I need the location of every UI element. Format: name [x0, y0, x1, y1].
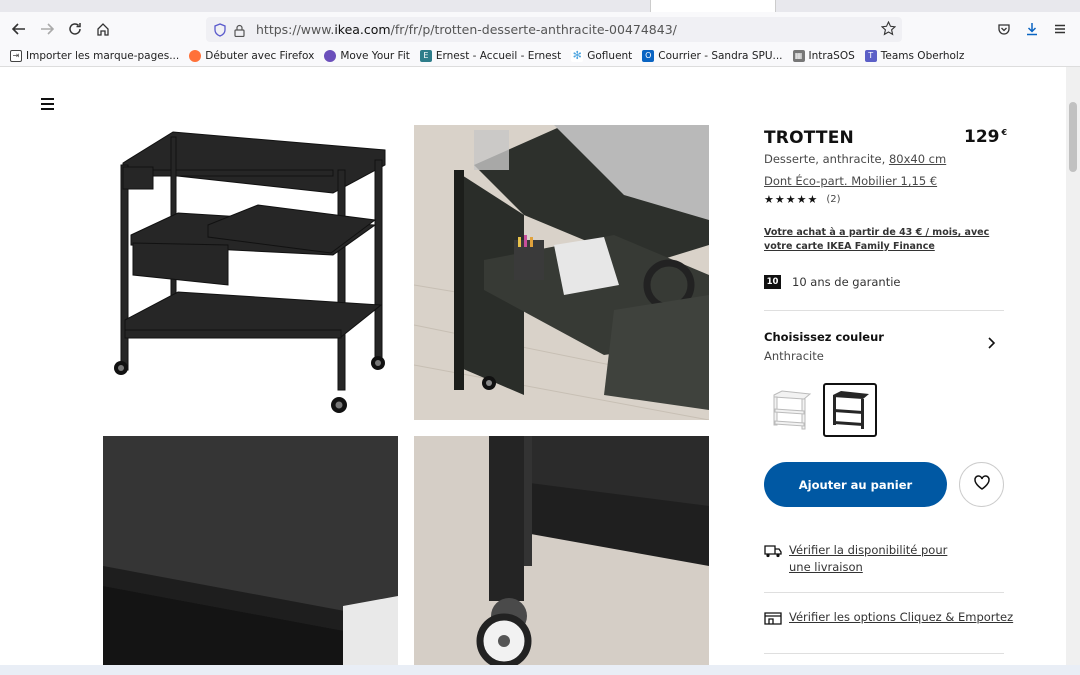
bookmark-item[interactable]: ⇥ Importer les marque-pages... — [10, 49, 180, 62]
bookmark-item[interactable]: O Courrier - Sandra SPU... — [642, 49, 783, 62]
scrollbar-thumb[interactable] — [1069, 102, 1077, 172]
bookmark-label: Gofluent — [587, 49, 633, 62]
browser-toolbar: https://www.ikea.com/fr/fr/p/trotten-des… — [0, 12, 1080, 45]
divider — [764, 592, 1004, 593]
eco-participation-link[interactable]: Dont Éco-part. Mobilier 1,15 € — [764, 174, 937, 188]
bookmark-item[interactable]: E Ernest - Accueil - Ernest — [419, 49, 562, 62]
active-tab[interactable] — [650, 0, 776, 12]
delivery-option-label: Vérifier la disponibilité pour une livra… — [789, 543, 948, 574]
product-image-lifestyle[interactable] — [414, 125, 709, 420]
back-arrow-icon[interactable] — [8, 18, 30, 40]
page-content: TROTTEN 129 € Desserte, anthracite, 80x40… — [0, 67, 1066, 675]
bookmark-label: Débuter avec Firefox — [205, 49, 315, 62]
gofluent-icon: ✻ — [571, 49, 584, 62]
shield-icon[interactable] — [214, 22, 226, 41]
menu-icon[interactable] — [1049, 18, 1071, 40]
delivery-option[interactable]: Vérifier la disponibilité pour une livra… — [764, 542, 969, 576]
product-image-main[interactable] — [103, 125, 398, 420]
bookmark-item[interactable]: T Teams Oberholz — [864, 49, 965, 62]
star-bookmark-icon[interactable] — [880, 20, 897, 40]
product-image-caster[interactable] — [414, 436, 709, 675]
rating[interactable]: ★★★★★ (2) — [764, 193, 840, 206]
click-collect-label: Vérifier les options Cliquez & Emportez — [789, 610, 1014, 624]
rating-count: (2) — [826, 194, 841, 205]
finance-link[interactable]: Votre achat à a partir de 43 € / mois, a… — [764, 226, 1004, 254]
click-collect-option[interactable]: Vérifier les options Cliquez & Emportez — [764, 609, 1013, 626]
rating-stars: ★★★★★ — [764, 193, 819, 206]
add-to-cart-button[interactable]: Ajouter au panier — [764, 462, 947, 507]
color-heading[interactable]: Choisissez couleur — [764, 330, 884, 344]
color-swatch-white[interactable] — [764, 383, 818, 437]
store-icon — [764, 611, 782, 625]
heart-icon — [973, 475, 990, 494]
url-bar[interactable]: https://www.ikea.com/fr/fr/p/trotten-des… — [206, 17, 902, 42]
product-size-link[interactable]: 80x40 cm — [889, 152, 946, 166]
url-text: https://www.ikea.com/fr/fr/p/trotten-des… — [256, 22, 677, 37]
color-swatch-anthracite[interactable] — [823, 383, 877, 437]
import-icon: ⇥ — [10, 49, 22, 62]
intrasos-icon: ▦ — [792, 49, 805, 62]
product-price: 129 € — [964, 127, 1007, 147]
os-taskbar — [0, 665, 1080, 675]
fit-icon — [324, 49, 337, 62]
lock-icon[interactable] — [234, 22, 245, 41]
bookmark-item[interactable]: ✻ Gofluent — [571, 49, 633, 62]
product-image-closeup[interactable] — [103, 436, 398, 675]
bookmark-item[interactable]: Move Your Fit — [324, 49, 410, 62]
bookmark-label: Ernest - Accueil - Ernest — [435, 49, 562, 62]
bookmark-item[interactable]: Débuter avec Firefox — [189, 49, 315, 62]
price-currency: € — [1001, 128, 1008, 137]
pocket-icon[interactable] — [993, 18, 1015, 40]
bookmark-label: Courrier - Sandra SPU... — [658, 49, 783, 62]
bookmark-label: Teams Oberholz — [880, 49, 965, 62]
bookmark-item[interactable]: ▦ IntraSOS — [792, 49, 855, 62]
teams-icon: T — [864, 49, 877, 62]
warranty-text: 10 ans de garantie — [792, 275, 901, 289]
warranty: 10 10 ans de garantie — [764, 275, 901, 289]
tab-strip — [0, 0, 1080, 12]
divider — [764, 310, 1004, 311]
outlook-icon: O — [642, 49, 655, 62]
color-value: Anthracite — [764, 349, 824, 363]
warranty-badge: 10 — [764, 275, 781, 289]
truck-icon — [764, 544, 782, 558]
bookmarks-bar: ⇥ Importer les marque-pages... Débuter av… — [0, 45, 1080, 67]
product-description: Desserte, anthracite, 80x40 cm — [764, 152, 946, 166]
page-scrollbar[interactable] — [1066, 67, 1080, 665]
reload-icon[interactable] — [64, 18, 86, 40]
divider — [764, 653, 1004, 654]
bookmark-label: Importer les marque-pages... — [26, 49, 180, 62]
firefox-icon — [189, 49, 202, 62]
product-title: TROTTEN — [764, 128, 854, 148]
chevron-right-icon[interactable] — [986, 337, 996, 353]
ernest-icon: E — [419, 49, 432, 62]
home-icon[interactable] — [92, 18, 114, 40]
favorite-button[interactable] — [959, 462, 1004, 507]
download-icon[interactable] — [1021, 18, 1043, 40]
bookmark-label: Move Your Fit — [340, 49, 410, 62]
price-value: 129 — [964, 127, 1000, 147]
hamburger-menu-icon[interactable] — [41, 98, 54, 113]
description-text: Desserte, anthracite, — [764, 152, 889, 166]
forward-arrow-icon[interactable] — [36, 18, 58, 40]
bookmark-label: IntraSOS — [808, 49, 855, 62]
